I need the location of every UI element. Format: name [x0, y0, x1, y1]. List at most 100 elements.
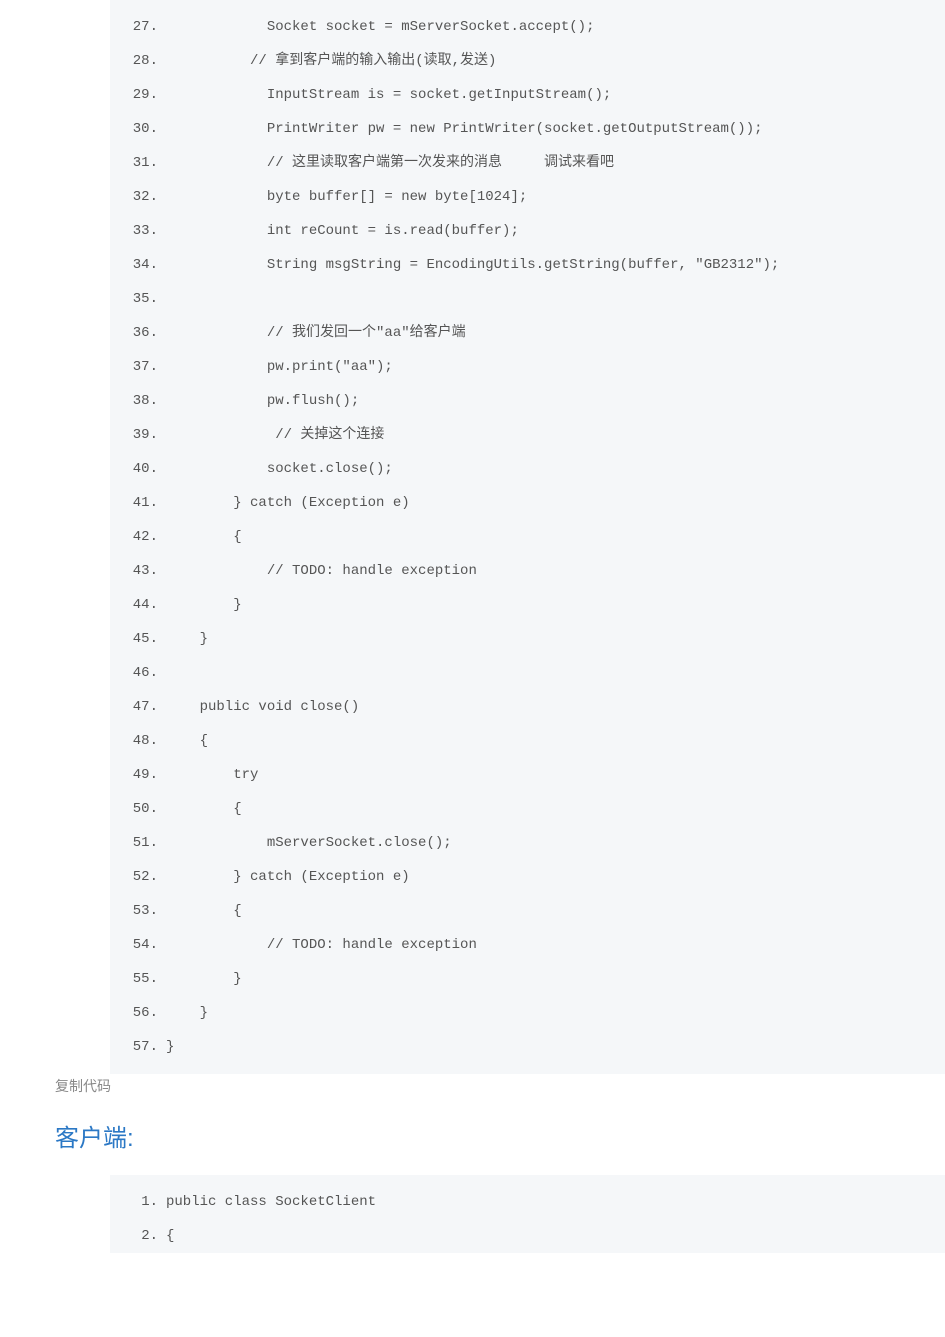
code-line: 27. Socket socket = mServerSocket.accept…: [110, 10, 945, 44]
line-number: 39.: [110, 418, 166, 452]
code-line: 36. // 我们发回一个"aa"给客户端: [110, 316, 945, 350]
line-number: 48.: [110, 724, 166, 758]
code-line: 49. try: [110, 758, 945, 792]
code-text: {: [166, 894, 242, 928]
line-number: 47.: [110, 690, 166, 724]
code-line: 46.: [110, 656, 945, 690]
code-text: {: [166, 520, 242, 554]
code-line: 54. // TODO: handle exception: [110, 928, 945, 962]
code-block-2: 1.public class SocketClient2.{: [110, 1175, 945, 1253]
code-line: 48. {: [110, 724, 945, 758]
line-number: 40.: [110, 452, 166, 486]
code-text: PrintWriter pw = new PrintWriter(socket.…: [166, 112, 763, 146]
code-line: 1.public class SocketClient: [110, 1185, 945, 1219]
code-text: // TODO: handle exception: [166, 928, 477, 962]
code-text: {: [166, 792, 242, 826]
code-text: }: [166, 996, 208, 1030]
code-line: 50. {: [110, 792, 945, 826]
line-number: 52.: [110, 860, 166, 894]
code-text: int reCount = is.read(buffer);: [166, 214, 519, 248]
code-line: 30. PrintWriter pw = new PrintWriter(soc…: [110, 112, 945, 146]
line-number: 28.: [110, 44, 166, 78]
line-number: 2.: [110, 1219, 166, 1253]
code-text: {: [166, 724, 208, 758]
line-number: 34.: [110, 248, 166, 282]
line-number: 29.: [110, 78, 166, 112]
code-text: socket.close();: [166, 452, 393, 486]
code-line: 38. pw.flush();: [110, 384, 945, 418]
line-number: 54.: [110, 928, 166, 962]
code-line: 40. socket.close();: [110, 452, 945, 486]
code-text: Socket socket = mServerSocket.accept();: [166, 10, 594, 44]
line-number: 30.: [110, 112, 166, 146]
line-number: 38.: [110, 384, 166, 418]
code-text: // TODO: handle exception: [166, 554, 477, 588]
code-line: 55. }: [110, 962, 945, 996]
line-number: 49.: [110, 758, 166, 792]
code-text: }: [166, 962, 242, 996]
code-text: }: [166, 588, 242, 622]
line-number: 57.: [110, 1030, 166, 1064]
code-text: // 拿到客户端的输入输出(读取,发送): [166, 44, 496, 78]
line-number: 43.: [110, 554, 166, 588]
code-text: try: [166, 758, 258, 792]
code-text: {: [166, 1219, 174, 1253]
code-line: 57.}: [110, 1030, 945, 1064]
line-number: 35.: [110, 282, 166, 316]
code-text: // 关掉这个连接: [166, 418, 384, 452]
line-number: 45.: [110, 622, 166, 656]
line-number: 36.: [110, 316, 166, 350]
code-line: 33. int reCount = is.read(buffer);: [110, 214, 945, 248]
code-text: }: [166, 1030, 174, 1064]
line-number: 1.: [110, 1185, 166, 1219]
line-number: 44.: [110, 588, 166, 622]
code-text: byte buffer[] = new byte[1024];: [166, 180, 527, 214]
code-line: 53. {: [110, 894, 945, 928]
code-line: 32. byte buffer[] = new byte[1024];: [110, 180, 945, 214]
code-text: pw.flush();: [166, 384, 359, 418]
section-header-client: 客户端:: [55, 1118, 945, 1153]
code-text: }: [166, 622, 208, 656]
line-number: 32.: [110, 180, 166, 214]
code-text: mServerSocket.close();: [166, 826, 452, 860]
code-text: } catch (Exception e): [166, 486, 410, 520]
code-line: 56. }: [110, 996, 945, 1030]
code-line: 51. mServerSocket.close();: [110, 826, 945, 860]
line-number: 37.: [110, 350, 166, 384]
code-line: 37. pw.print("aa");: [110, 350, 945, 384]
code-text: // 这里读取客户端第一次发来的消息 调试来看吧: [166, 146, 614, 180]
line-number: 42.: [110, 520, 166, 554]
code-line: 34. String msgString = EncodingUtils.get…: [110, 248, 945, 282]
code-line: 52. } catch (Exception e): [110, 860, 945, 894]
line-number: 41.: [110, 486, 166, 520]
line-number: 33.: [110, 214, 166, 248]
code-text: InputStream is = socket.getInputStream()…: [166, 78, 611, 112]
code-line: 47. public void close(): [110, 690, 945, 724]
code-text: } catch (Exception e): [166, 860, 410, 894]
line-number: 50.: [110, 792, 166, 826]
code-line: 39. // 关掉这个连接: [110, 418, 945, 452]
code-line: 42. {: [110, 520, 945, 554]
code-text: String msgString = EncodingUtils.getStri…: [166, 248, 779, 282]
code-block-1: 27. Socket socket = mServerSocket.accept…: [110, 0, 945, 1074]
line-number: 46.: [110, 656, 166, 690]
code-line: 2.{: [110, 1219, 945, 1253]
line-number: 53.: [110, 894, 166, 928]
code-line: 45. }: [110, 622, 945, 656]
line-number: 31.: [110, 146, 166, 180]
code-line: 43. // TODO: handle exception: [110, 554, 945, 588]
code-text: // 我们发回一个"aa"给客户端: [166, 316, 466, 350]
line-number: 55.: [110, 962, 166, 996]
code-line: 29. InputStream is = socket.getInputStre…: [110, 78, 945, 112]
copy-code-link[interactable]: 复制代码: [55, 1076, 111, 1096]
line-number: 27.: [110, 10, 166, 44]
code-line: 28. // 拿到客户端的输入输出(读取,发送): [110, 44, 945, 78]
code-line: 44. }: [110, 588, 945, 622]
line-number: 51.: [110, 826, 166, 860]
code-line: 31. // 这里读取客户端第一次发来的消息 调试来看吧: [110, 146, 945, 180]
code-text: pw.print("aa");: [166, 350, 393, 384]
code-text: public class SocketClient: [166, 1185, 376, 1219]
code-line: 35.: [110, 282, 945, 316]
line-number: 56.: [110, 996, 166, 1030]
code-text: public void close(): [166, 690, 359, 724]
